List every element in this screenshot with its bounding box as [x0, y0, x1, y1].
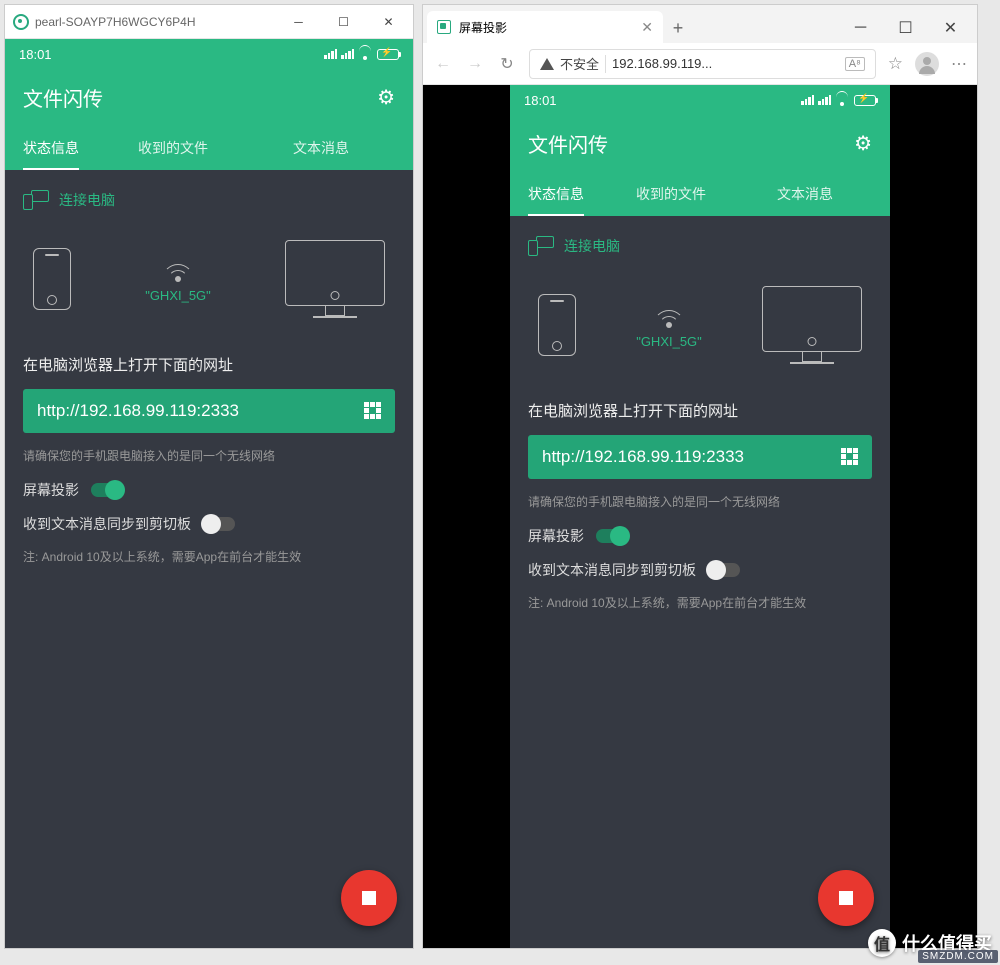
browser-close-button[interactable]: ✕	[928, 13, 973, 43]
android-note: 注: Android 10及以上系统，需要App在前台才能生效	[528, 594, 872, 611]
connection-diagram: "GHXI_5G"	[23, 240, 395, 318]
wifi-large-icon	[160, 254, 196, 282]
app-title: 文件闪传	[528, 129, 608, 158]
phone-outline-icon	[538, 294, 576, 356]
tab-status[interactable]: 状态信息	[528, 174, 604, 216]
projection-toggle[interactable]	[91, 483, 123, 497]
battery-icon	[854, 95, 876, 106]
minimize-button[interactable]: ─	[276, 7, 321, 37]
source-label: SMZDM.COM	[918, 950, 998, 963]
network-note: 请确保您的手机跟电脑接入的是同一个无线网络	[528, 493, 872, 510]
clipboard-toggle[interactable]	[708, 563, 740, 577]
android-note: 注: Android 10及以上系统，需要App在前台才能生效	[23, 548, 395, 565]
close-button[interactable]: ✕	[366, 7, 411, 37]
signal-icon-2	[341, 49, 354, 59]
devices-icon	[23, 190, 49, 210]
tab-messages[interactable]: 文本消息	[247, 128, 395, 170]
battery-icon	[377, 49, 399, 60]
qr-icon[interactable]	[841, 448, 858, 465]
wifi-icon	[835, 94, 850, 106]
gear-icon[interactable]: ⚙	[377, 85, 395, 110]
browser-maximize-button[interactable]: ☐	[883, 13, 928, 43]
url-text: http://192.168.99.119:2333	[37, 401, 239, 421]
new-tab-button[interactable]: +	[663, 13, 693, 43]
monitor-outline-icon	[285, 240, 385, 318]
favorite-icon[interactable]: ☆	[888, 54, 903, 74]
connection-diagram: "GHXI_5G"	[528, 286, 872, 364]
insecure-icon	[540, 58, 554, 70]
tab-status[interactable]: 状态信息	[23, 128, 99, 170]
status-time: 18:01	[524, 93, 557, 108]
browser-window-right: 屏幕投影 ✕ + ─ ☐ ✕ ← → ↻ 不安全 192.168.99.119.…	[422, 4, 978, 949]
insecure-label: 不安全	[560, 54, 599, 73]
maximize-button[interactable]: ☐	[321, 7, 366, 37]
status-bar: 18:01	[510, 85, 890, 115]
tab-title: 屏幕投影	[459, 19, 507, 36]
phone-outline-icon	[33, 248, 71, 310]
reader-badge[interactable]: A⁸	[845, 57, 865, 71]
tab-favicon-icon	[437, 20, 451, 34]
refresh-button[interactable]: ↻	[497, 54, 517, 74]
qr-icon[interactable]	[364, 402, 381, 419]
browser-tab[interactable]: 屏幕投影 ✕	[427, 11, 663, 43]
app-window-left: pearl-SOAYP7H6WGCY6P4H ─ ☐ ✕ 18:01	[4, 4, 414, 949]
stop-icon	[839, 891, 853, 905]
connect-row[interactable]: 连接电脑	[528, 236, 872, 256]
signal-icon	[324, 49, 337, 59]
projected-phone-screen: 18:01 文件闪传 ⚙ 状态信息 收到的文件	[510, 85, 890, 948]
browser-toolbar: ← → ↻ 不安全 192.168.99.119... A⁸ ☆ ⋯	[423, 43, 977, 85]
tab-messages[interactable]: 文本消息	[738, 174, 872, 216]
watermark-badge: 值	[868, 929, 896, 957]
menu-icon[interactable]: ⋯	[951, 54, 967, 74]
projection-label: 屏幕投影	[23, 480, 79, 500]
wifi-icon	[358, 48, 373, 60]
clipboard-toggle[interactable]	[203, 517, 235, 531]
titlebar[interactable]: pearl-SOAYP7H6WGCY6P4H ─ ☐ ✕	[5, 5, 413, 39]
phone-screen: 18:01 文件闪传 ⚙ 状态信息 收到的文件	[5, 39, 413, 948]
connect-label: 连接电脑	[59, 190, 115, 210]
open-url-hint: 在电脑浏览器上打开下面的网址	[23, 354, 395, 375]
tab-received[interactable]: 收到的文件	[604, 174, 738, 216]
stop-icon	[362, 891, 376, 905]
status-bar: 18:01	[5, 39, 413, 69]
devices-icon	[528, 236, 554, 256]
clipboard-label: 收到文本消息同步到剪切板	[528, 560, 696, 580]
signal-icon-2	[818, 95, 831, 105]
status-time: 18:01	[19, 47, 52, 62]
projection-toggle[interactable]	[596, 529, 628, 543]
clipboard-label: 收到文本消息同步到剪切板	[23, 514, 191, 534]
app-title: 文件闪传	[23, 83, 103, 112]
connect-row[interactable]: 连接电脑	[23, 190, 395, 210]
forward-button[interactable]: →	[465, 55, 485, 73]
tab-received[interactable]: 收到的文件	[99, 128, 247, 170]
record-fab[interactable]	[341, 870, 397, 926]
tab-close-icon[interactable]: ✕	[641, 19, 653, 36]
url-text: http://192.168.99.119:2333	[542, 447, 744, 467]
projection-label: 屏幕投影	[528, 526, 584, 546]
open-url-hint: 在电脑浏览器上打开下面的网址	[528, 400, 872, 421]
app-header: 文件闪传 ⚙ 状态信息 收到的文件 文本消息	[510, 115, 890, 216]
gear-icon[interactable]: ⚙	[854, 131, 872, 156]
browser-tab-strip: 屏幕投影 ✕ + ─ ☐ ✕	[423, 5, 977, 43]
url-box[interactable]: http://192.168.99.119:2333	[23, 389, 395, 433]
network-note: 请确保您的手机跟电脑接入的是同一个无线网络	[23, 447, 395, 464]
app-icon	[13, 14, 29, 30]
browser-minimize-button[interactable]: ─	[838, 13, 883, 43]
profile-avatar[interactable]	[915, 52, 939, 76]
window-title: pearl-SOAYP7H6WGCY6P4H	[35, 15, 196, 29]
app-header: 文件闪传 ⚙ 状态信息 收到的文件 文本消息	[5, 69, 413, 170]
record-fab[interactable]	[818, 870, 874, 926]
back-button[interactable]: ←	[433, 55, 453, 73]
address-bar[interactable]: 不安全 192.168.99.119... A⁸	[529, 49, 876, 79]
monitor-outline-icon	[762, 286, 862, 364]
url-display: 192.168.99.119...	[612, 56, 712, 71]
connect-label: 连接电脑	[564, 236, 620, 256]
signal-icon	[801, 95, 814, 105]
wifi-large-icon	[651, 300, 687, 328]
url-box[interactable]: http://192.168.99.119:2333	[528, 435, 872, 479]
